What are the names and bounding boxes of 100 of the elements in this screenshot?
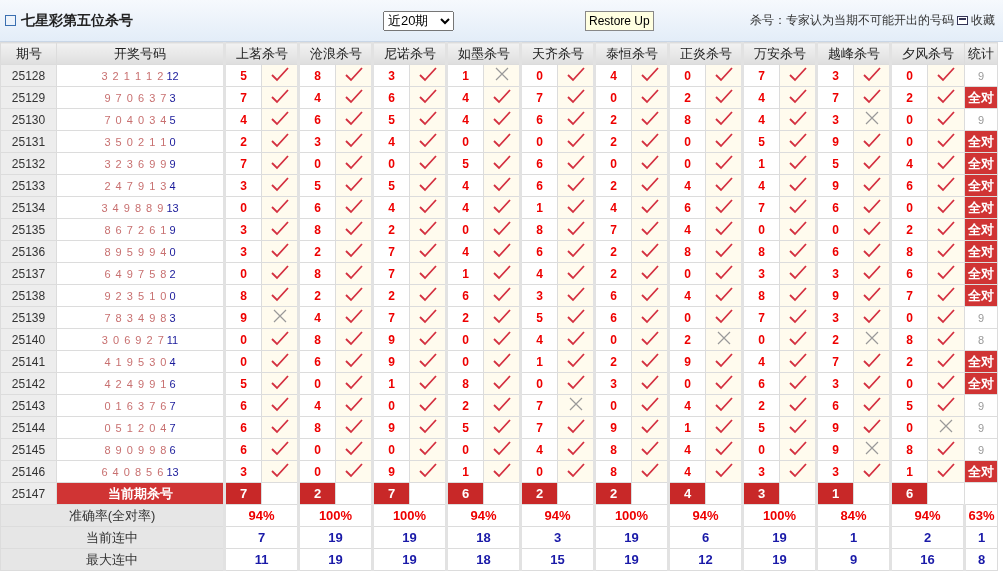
favorite-link[interactable]: 收藏 [971, 12, 995, 29]
column-header: 泰恒杀号 [594, 42, 669, 65]
kill-number-cell: 3 [816, 262, 854, 285]
kill-number-cell: 3 [224, 218, 262, 241]
special-number: 0 [169, 245, 176, 258]
special-number: 4 [169, 355, 176, 368]
column-header: 越峰杀号 [816, 42, 891, 65]
kill-number-cell: 4 [446, 108, 484, 131]
kill-number-cell: 2 [890, 218, 928, 241]
kill-number-cell: 0 [890, 372, 928, 395]
current-kill-badge: 7 [226, 483, 261, 504]
kill-number-cell: 8 [890, 438, 928, 461]
kill-number-cell: 3 [816, 460, 854, 483]
kill-number-cell: 7 [224, 86, 262, 109]
draw-numbers: 8 9 5 9 9 4 [104, 245, 168, 258]
kill-number-cell: 2 [298, 240, 336, 263]
draw-numbers: 9 2 3 5 1 0 [104, 289, 168, 302]
kill-number-cell: 9 [816, 130, 854, 153]
kill-number-cell: 2 [446, 306, 484, 329]
kill-number-cell: 6 [520, 152, 558, 175]
period-select[interactable]: 近20期 [383, 10, 454, 31]
kill-number-cell: 0 [890, 64, 928, 87]
kill-number-cell: 4 [520, 262, 558, 285]
kill-number-cell: 9 [668, 350, 706, 373]
kill-number-cell: 4 [668, 284, 706, 307]
special-number: 5 [169, 113, 176, 126]
kill-number-cell: 4 [298, 86, 336, 109]
kill-number-cell: 0 [520, 460, 558, 483]
kill-number-cell: 0 [594, 152, 632, 175]
kill-number-cell: 4 [668, 174, 706, 197]
draw-numbers: 4 1 9 5 3 0 [104, 355, 168, 368]
kill-number-cell: 0 [520, 372, 558, 395]
special-number: 6 [169, 377, 176, 390]
streak-cell: 19 [594, 548, 669, 571]
kill-number-cell: 8 [298, 416, 336, 439]
special-number: 3 [169, 311, 176, 324]
kill-number-cell: 4 [594, 196, 632, 219]
kill-number-cell: 4 [668, 460, 706, 483]
draw-numbers: 3 5 0 2 1 1 [104, 135, 168, 148]
kill-number-cell: 2 [298, 284, 336, 307]
current-kill-badge: 2 [522, 483, 557, 504]
kill-number-cell: 6 [520, 108, 558, 131]
period-cell: 25138 [0, 284, 57, 307]
kill-number-cell: 7 [742, 196, 780, 219]
period-cell: 25130 [0, 108, 57, 131]
kill-number-cell: 0 [446, 438, 484, 461]
kill-number-cell: 2 [372, 284, 410, 307]
square-icon [5, 15, 16, 26]
kill-number-cell: 2 [742, 394, 780, 417]
accuracy-cell: 100% [742, 504, 817, 527]
column-header: 万安杀号 [742, 42, 817, 65]
kill-number-cell: 7 [742, 64, 780, 87]
kill-number-cell: 4 [446, 240, 484, 263]
period-cell: 25143 [0, 394, 57, 417]
restore-button[interactable]: Restore Up [585, 10, 654, 31]
column-header: 开奖号码 [56, 42, 225, 65]
period-cell: 25133 [0, 174, 57, 197]
kill-number-cell: 0 [446, 328, 484, 351]
kill-number-cell: 6 [224, 438, 262, 461]
kill-number-cell: 0 [298, 372, 336, 395]
column-header: 统计 [964, 42, 998, 65]
period-cell: 25135 [0, 218, 57, 241]
streak-cell: 9 [816, 548, 891, 571]
accuracy-cell: 94% [668, 504, 743, 527]
kill-number-cell: 0 [372, 394, 410, 417]
current-kill-badge: 1 [818, 483, 853, 504]
kill-number-cell: 4 [298, 306, 336, 329]
kill-number-cell: 2 [446, 394, 484, 417]
kill-number-cell: 6 [890, 262, 928, 285]
kill-number-cell: 4 [520, 438, 558, 461]
kill-number-cell: 3 [298, 130, 336, 153]
column-header: 尼诺杀号 [372, 42, 447, 65]
accuracy-cell: 94% [890, 504, 965, 527]
kill-number-cell: 0 [298, 152, 336, 175]
kill-number-cell: 0 [668, 306, 706, 329]
streak-cell: 19 [298, 548, 373, 571]
kill-number-cell: 4 [446, 86, 484, 109]
kill-number-cell: 9 [816, 174, 854, 197]
kill-number-cell: 7 [372, 262, 410, 285]
kill-number-cell: 2 [668, 86, 706, 109]
column-header: 天齐杀号 [520, 42, 595, 65]
draw-numbers: 8 9 0 9 9 8 [104, 443, 168, 456]
kill-number-cell: 7 [520, 394, 558, 417]
kill-number-cell: 2 [224, 130, 262, 153]
kill-number-cell: 0 [224, 328, 262, 351]
kill-number-cell: 2 [594, 130, 632, 153]
column-header: 期号 [0, 42, 57, 65]
kill-number-cell: 0 [446, 350, 484, 373]
kill-number-cell: 4 [668, 438, 706, 461]
kill-number-cell: 0 [668, 372, 706, 395]
draw-numbers: 3 2 1 1 1 2 [101, 69, 165, 82]
kill-number-cell: 0 [668, 64, 706, 87]
kill-number-cell: 7 [520, 86, 558, 109]
period-cell: 25145 [0, 438, 57, 461]
kill-number-cell: 4 [372, 130, 410, 153]
streak-cell: 7 [224, 526, 299, 549]
kill-number-cell: 5 [224, 372, 262, 395]
kill-number-cell: 1 [446, 64, 484, 87]
kill-number-cell: 7 [816, 350, 854, 373]
kill-number-cell: 1 [372, 372, 410, 395]
